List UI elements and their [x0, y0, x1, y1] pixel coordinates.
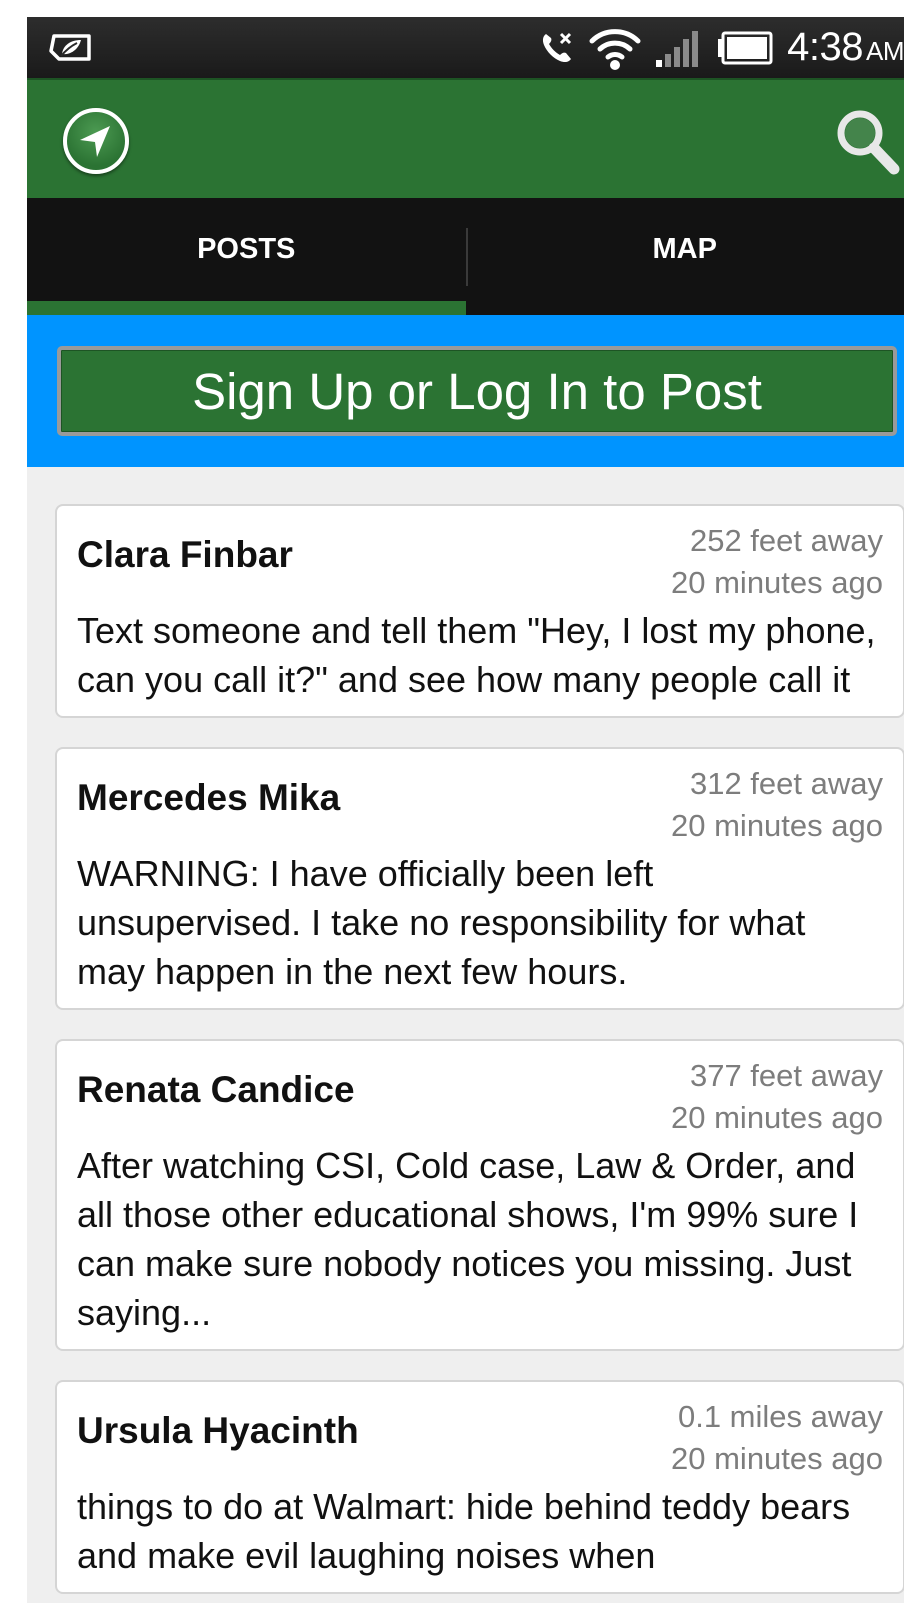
navigation-arrow-icon [80, 126, 110, 157]
post-card[interactable]: Ursula Hyacinth 0.1 miles away 20 minute… [55, 1380, 904, 1594]
post-card[interactable]: Mercedes Mika 312 feet away 20 minutes a… [55, 747, 904, 1010]
signup-banner: Sign Up or Log In to Post [27, 315, 904, 467]
action-bar [27, 78, 904, 198]
post-distance: 377 feet away [689, 1058, 883, 1093]
muted-call-icon [543, 32, 572, 62]
post-list: Clara Finbar 252 feet away 20 minutes ag… [55, 504, 904, 1603]
post-time: 20 minutes ago [671, 1441, 883, 1476]
app-screen: 4:38 AM POSTS MAP Sign Up or Log In to P… [27, 17, 904, 1603]
post-card[interactable]: Renata Candice 377 feet away 20 minutes … [55, 1039, 904, 1351]
post-meta: 252 feet away 20 minutes ago [671, 520, 883, 604]
post-distance: 0.1 miles away [677, 1399, 883, 1434]
post-time: 20 minutes ago [671, 1100, 883, 1135]
battery-icon [718, 31, 773, 64]
clock: 4:38 AM [787, 25, 904, 70]
post-time: 20 minutes ago [671, 808, 883, 843]
search-button[interactable] [832, 105, 904, 181]
signup-login-button[interactable]: Sign Up or Log In to Post [57, 346, 897, 436]
post-body: After watching CSI, Cold case, Law & Ord… [77, 1145, 859, 1333]
post-distance: 252 feet away [689, 523, 883, 558]
clock-ampm: AM [866, 36, 904, 66]
post-header: Mercedes Mika 312 feet away 20 minutes a… [77, 763, 883, 847]
post-meta: 0.1 miles away 20 minutes ago [671, 1396, 883, 1480]
post-header: Ursula Hyacinth 0.1 miles away 20 minute… [77, 1396, 883, 1480]
navigation-button[interactable] [63, 108, 129, 174]
tab-posts[interactable]: POSTS [27, 198, 466, 315]
post-body: WARNING: I have officially been left uns… [77, 853, 806, 992]
search-icon [837, 110, 900, 175]
tab-map[interactable]: MAP [466, 198, 904, 315]
post-body: things to do at Walmart: hide behind ted… [77, 1486, 851, 1576]
status-icons: 4:38 AM [539, 17, 904, 78]
post-header: Clara Finbar 252 feet away 20 minutes ag… [77, 520, 883, 604]
post-time: 20 minutes ago [671, 565, 883, 600]
tab-selected-indicator [27, 301, 466, 315]
leaf-icon [49, 34, 91, 61]
clock-time: 4:38 [787, 25, 863, 69]
tab-posts-label: POSTS [197, 233, 296, 265]
tab-bar: POSTS MAP [27, 198, 904, 315]
status-bar: 4:38 AM [27, 17, 904, 78]
post-card[interactable]: Clara Finbar 252 feet away 20 minutes ag… [55, 504, 904, 718]
post-body: Text someone and tell them "Hey, I lost … [77, 610, 876, 700]
tab-map-label: MAP [652, 233, 717, 265]
post-meta: 312 feet away 20 minutes ago [671, 763, 883, 847]
post-header: Renata Candice 377 feet away 20 minutes … [77, 1055, 883, 1139]
post-meta: 377 feet away 20 minutes ago [671, 1055, 883, 1139]
wifi-icon [589, 28, 641, 70]
post-distance: 312 feet away [689, 766, 883, 801]
signal-icon [656, 30, 699, 67]
